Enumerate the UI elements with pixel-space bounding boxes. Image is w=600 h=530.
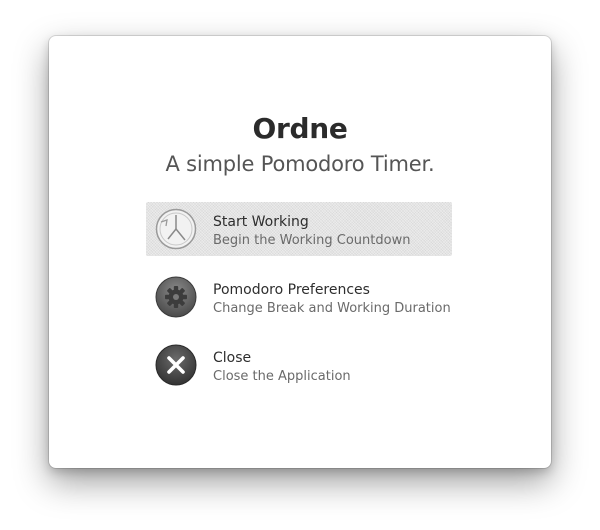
pomodoro-preferences-label: Pomodoro Preferences xyxy=(213,282,370,298)
app-title: Ordne xyxy=(252,112,348,145)
start-working-label: Start Working xyxy=(213,214,309,230)
pomodoro-preferences-description: Change Break and Working Duration xyxy=(213,301,451,316)
gear-icon xyxy=(155,276,197,318)
app-subtitle: A simple Pomodoro Timer. xyxy=(165,152,435,176)
close-button[interactable]: Close Close the Application xyxy=(146,338,452,392)
timer-icon xyxy=(155,208,197,250)
close-label: Close xyxy=(213,350,252,366)
close-description: Close the Application xyxy=(213,369,351,384)
app-window: Ordne A simple Pomodoro Timer. Start Wor… xyxy=(49,36,551,468)
close-icon xyxy=(155,344,197,386)
start-working-description: Begin the Working Countdown xyxy=(213,233,411,248)
pomodoro-preferences-button[interactable]: Pomodoro Preferences Change Break and Wo… xyxy=(146,270,452,324)
start-working-button[interactable]: Start Working Begin the Working Countdow… xyxy=(146,202,452,256)
